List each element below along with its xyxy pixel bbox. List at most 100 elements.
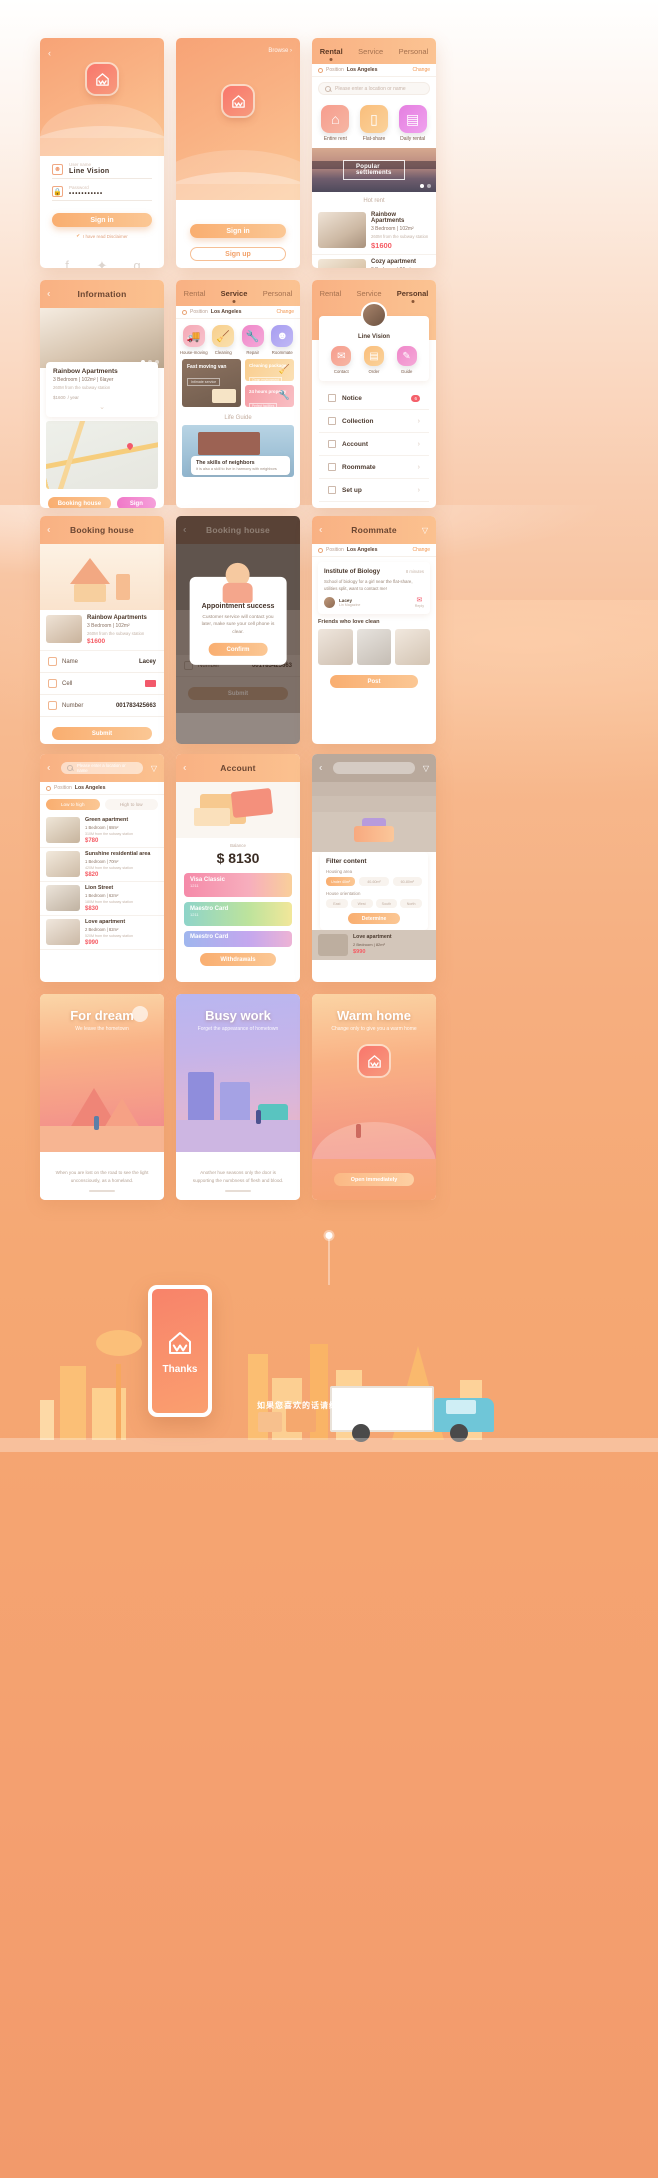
- facebook-icon[interactable]: f: [61, 259, 74, 268]
- signin-button[interactable]: Sign in: [52, 213, 152, 227]
- orientation-option-3[interactable]: North: [400, 899, 422, 908]
- tab-personal[interactable]: Personal: [396, 45, 432, 58]
- booking-field-cell[interactable]: Cell: [40, 673, 164, 695]
- sign-button[interactable]: Sign: [116, 497, 156, 508]
- card-visa-classic[interactable]: Visa Classic 1211: [184, 873, 292, 897]
- tab-service[interactable]: Service: [355, 45, 386, 58]
- booking-field-name[interactable]: Name Lacey: [40, 651, 164, 673]
- menu-item-setup[interactable]: Set up ›: [319, 479, 429, 502]
- promo-property[interactable]: 24 hours property Perfect facilities 🔧: [245, 385, 294, 409]
- change-location-link[interactable]: Change: [276, 309, 294, 315]
- back-icon[interactable]: ‹: [183, 763, 186, 774]
- orientation-option-1[interactable]: West: [350, 899, 373, 908]
- expand-chevron-icon[interactable]: ⌄: [53, 403, 151, 411]
- change-location-link[interactable]: Change: [412, 67, 430, 73]
- browse-link[interactable]: Browse ›: [268, 48, 292, 54]
- filter-icon[interactable]: ▽: [423, 764, 429, 773]
- username-field[interactable]: ☻ User name Line Vision: [52, 156, 152, 179]
- signup-button[interactable]: Sign up: [190, 247, 286, 261]
- action-guide[interactable]: ✎ Guide: [390, 346, 422, 374]
- filter-icon[interactable]: ▽: [151, 764, 157, 773]
- orientation-option-2[interactable]: South: [375, 899, 398, 908]
- filter-icon[interactable]: ▽: [422, 526, 428, 535]
- determine-button[interactable]: Determine: [348, 913, 400, 924]
- reply-link[interactable]: Reply: [415, 604, 424, 608]
- booking-house-button[interactable]: Booking house: [48, 497, 111, 508]
- orientation-option-0[interactable]: East: [326, 899, 348, 908]
- disclaimer-row[interactable]: ✔ I have read Disclaimer: [40, 233, 164, 239]
- twitter-icon[interactable]: ✦: [96, 259, 109, 268]
- property-map[interactable]: [46, 421, 158, 489]
- category-roommate[interactable]: ☻ Roommate: [268, 325, 298, 355]
- google-plus-icon[interactable]: g: [131, 259, 144, 268]
- category-entire-rent[interactable]: ⌂ Entire rent: [316, 105, 354, 142]
- category-flat-share[interactable]: ▯ Flat-share: [355, 105, 393, 142]
- submit-button[interactable]: Submit: [52, 727, 152, 740]
- change-location-link[interactable]: Change: [412, 547, 430, 553]
- app-logo-icon: [87, 64, 117, 94]
- page-indicator[interactable]: [89, 1190, 115, 1192]
- signin-button[interactable]: Sign in: [190, 224, 286, 238]
- card-maestro-2[interactable]: Maestro Card: [184, 931, 292, 947]
- listing-row[interactable]: Love apartment 2 Bedroom | 82m² 520M fro…: [40, 916, 164, 950]
- page-indicator[interactable]: [225, 1190, 251, 1192]
- category-cleaning[interactable]: 🧹 Cleaning: [209, 325, 239, 355]
- mail-icon[interactable]: ✉: [415, 597, 424, 604]
- back-icon[interactable]: ‹: [47, 525, 50, 536]
- action-contact[interactable]: ✉ Contact: [325, 346, 357, 374]
- roommate-post-card[interactable]: Institute of Biology 8 minutes School of…: [318, 562, 430, 615]
- guide-card[interactable]: The skills of neighbors It is also a ski…: [182, 425, 294, 477]
- avatar[interactable]: [361, 302, 387, 328]
- tab-service[interactable]: Service: [218, 287, 251, 300]
- back-icon[interactable]: ‹: [47, 763, 50, 774]
- menu-item-roommate[interactable]: Roommate ›: [319, 456, 429, 479]
- menu-item-collection[interactable]: Collection ›: [319, 410, 429, 433]
- open-immediately-button[interactable]: Open immediately: [334, 1173, 414, 1186]
- search-input[interactable]: Please enter a location or name: [61, 762, 143, 774]
- listing-row[interactable]: Cozy apartment 2 Bedroom | 86m² 640M fro…: [312, 255, 436, 268]
- listing-row-dimmed[interactable]: Love apartment 2 Bedroom | 82m² $990: [312, 930, 436, 960]
- back-icon[interactable]: ‹: [319, 763, 322, 774]
- tab-rental[interactable]: Rental: [317, 45, 346, 58]
- listing-row[interactable]: Sunshine residential area 1 Bedroom | 70…: [40, 848, 164, 882]
- listing-row[interactable]: Lion Street 1 Bedroom | 62m² 180M from t…: [40, 882, 164, 916]
- sort-low-to-high[interactable]: Low to high: [46, 799, 100, 810]
- promo-cleaning[interactable]: Cleaning package Clean environment 🧹: [245, 359, 294, 383]
- listing-row[interactable]: Rainbow Apartments 3 Bedroom | 102m² 260…: [312, 208, 436, 255]
- housing-option-0[interactable]: Under 40m²: [326, 877, 356, 886]
- housing-option-1[interactable]: 40-60m²: [359, 877, 389, 886]
- confirm-button[interactable]: Confirm: [208, 643, 268, 657]
- friend-photo[interactable]: [356, 629, 392, 666]
- back-icon[interactable]: ‹: [319, 525, 322, 536]
- promo-moving-van[interactable]: Fast moving van Intimate service: [182, 359, 241, 407]
- popular-settlements-banner[interactable]: Popular settlements: [312, 148, 436, 192]
- category-house-moving[interactable]: 🚚 House-moving: [179, 325, 209, 355]
- tab-rental[interactable]: Rental: [181, 287, 209, 300]
- menu-item-notice[interactable]: Notice 6: [319, 387, 429, 410]
- listing-row[interactable]: Green apartment 1 Bedroom | 68m² 310M fr…: [40, 814, 164, 848]
- listing-title: Green apartment: [85, 817, 129, 823]
- tab-personal[interactable]: Personal: [394, 287, 432, 300]
- tab-personal[interactable]: Personal: [260, 287, 296, 300]
- friend-photo[interactable]: [395, 629, 431, 666]
- avatar[interactable]: [324, 597, 335, 609]
- tab-service[interactable]: Service: [353, 287, 384, 300]
- card-maestro-1[interactable]: Maestro Card 1211: [184, 902, 292, 926]
- category-repair[interactable]: 🔧 Repair: [238, 325, 268, 355]
- action-order[interactable]: ▤ Order: [358, 346, 390, 374]
- password-field[interactable]: 🔒 Password •••••••••••: [52, 179, 152, 201]
- sort-high-to-low[interactable]: High to low: [104, 799, 158, 810]
- post-button[interactable]: Post: [330, 675, 418, 689]
- tab-rental[interactable]: Rental: [317, 287, 345, 300]
- back-icon[interactable]: ‹: [47, 289, 50, 300]
- housing-option-2[interactable]: 60-80m²: [392, 877, 422, 886]
- search-input[interactable]: [333, 762, 415, 774]
- back-icon[interactable]: ‹: [48, 48, 51, 58]
- friend-photo[interactable]: [318, 629, 353, 666]
- search-input[interactable]: Please enter a location or name: [318, 82, 430, 95]
- menu-item-account[interactable]: Account ›: [319, 433, 429, 456]
- booking-field-number[interactable]: Number 001783425663: [40, 695, 164, 717]
- withdrawals-button[interactable]: Withdrawals: [200, 953, 276, 966]
- banner-dots[interactable]: [420, 184, 431, 188]
- category-daily-rental[interactable]: ▤ Daily rental: [394, 105, 432, 142]
